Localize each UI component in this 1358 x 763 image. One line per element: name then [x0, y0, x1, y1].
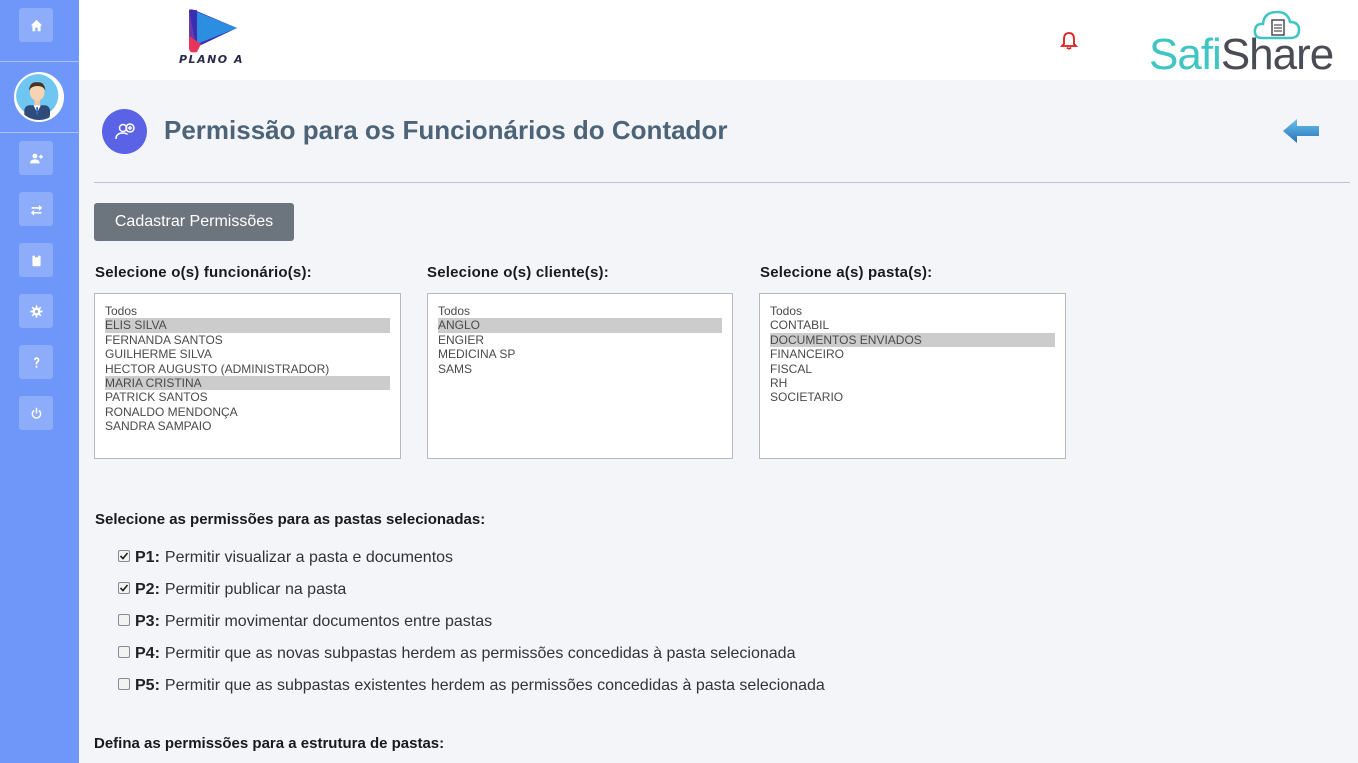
transfer-button[interactable]	[19, 192, 53, 226]
clients-label: Selecione o(s) cliente(s):	[427, 264, 609, 281]
safishare-logo[interactable]: SafiShare	[1149, 30, 1334, 80]
employees-option[interactable]: SANDRA SAMPAIO	[105, 419, 390, 433]
permission-code: P2:	[135, 581, 160, 598]
clients-option[interactable]: ANGLO	[438, 318, 722, 333]
folders-option[interactable]: FISCAL	[770, 362, 1055, 376]
user-avatar-icon	[16, 74, 59, 120]
employees-select[interactable]: Todos ELIS SILVA FERNANDA SANTOS GUILHERME …	[94, 293, 401, 459]
home-button[interactable]	[19, 8, 53, 42]
safishare-logo-share: Share	[1220, 30, 1334, 79]
clients-option[interactable]: ENGIER	[438, 333, 722, 347]
folders-option[interactable]: DOCUMENTOS ENVIADOS	[770, 332, 1055, 348]
sidebar-divider	[0, 132, 79, 133]
folders-select[interactable]: Todos CONTABIL DOCUMENTOS ENVIADOS FINANCEI…	[759, 293, 1066, 459]
employees-option[interactable]: GUILHERME SILVA	[105, 347, 390, 361]
clients-option[interactable]: SAMS	[438, 362, 722, 376]
folders-option[interactable]: CONTABIL	[770, 318, 1055, 332]
clipboard-button[interactable]	[19, 243, 53, 277]
power-icon	[31, 407, 41, 419]
register-permissions-button[interactable]: Cadastrar Permissões	[94, 203, 294, 241]
back-arrow-icon[interactable]	[1282, 117, 1320, 145]
permission-row: P1: Permitir visualizar a pasta e documen…	[118, 548, 453, 568]
folders-option[interactable]: Todos	[770, 304, 1055, 318]
gear-icon	[29, 304, 43, 318]
checkmark-icon	[119, 552, 129, 560]
permission-code: P4:	[135, 645, 160, 662]
permission-row: P2: Permitir publicar na pasta	[118, 580, 346, 600]
permission-row: P4: Permitir que as novas subpastas herde…	[118, 644, 795, 664]
question-icon	[33, 356, 39, 368]
add-user-icon	[29, 153, 43, 163]
permission-checkbox[interactable]	[118, 582, 130, 594]
permission-code: P5:	[135, 677, 160, 694]
permissions-label: Selecione as permissões para as pastas s…	[95, 511, 486, 528]
permission-checkbox[interactable]	[118, 614, 130, 626]
employees-option[interactable]: MARIA CRISTINA	[105, 375, 390, 391]
permission-checkbox[interactable]	[118, 646, 130, 658]
title-divider	[94, 182, 1350, 183]
permission-row: P5: Permitir que as subpastas existentes …	[118, 676, 825, 696]
permission-row: P3: Permitir movimentar documentos entre …	[118, 612, 492, 632]
page-title: Permissão para os Funcionários do Contad…	[164, 115, 728, 145]
permission-checkbox[interactable]	[118, 550, 130, 562]
help-button[interactable]	[19, 345, 53, 379]
permission-code: P1:	[135, 549, 160, 566]
clients-option[interactable]: Todos	[438, 304, 722, 318]
employees-option[interactable]: PATRICK SANTOS	[105, 390, 390, 404]
sidebar-divider	[0, 61, 79, 62]
permission-text: Permitir que as novas subpastas herdem a…	[164, 645, 796, 662]
permission-text: Permitir publicar na pasta	[164, 581, 347, 598]
avatar[interactable]	[14, 72, 64, 122]
employees-label: Selecione o(s) funcionário(s):	[95, 264, 312, 281]
logout-button[interactable]	[19, 396, 53, 430]
employees-option[interactable]: Todos	[105, 304, 390, 318]
clients-option[interactable]: MEDICINA SP	[438, 347, 722, 361]
employees-option[interactable]: RONALDO MENDONÇA	[105, 405, 390, 419]
employees-option[interactable]: HECTOR AUGUSTO (ADMINISTRADOR)	[105, 362, 390, 376]
permission-code: P3:	[135, 613, 160, 630]
folders-option[interactable]: FINANCEIRO	[770, 347, 1055, 361]
structure-label: Defina as permissões para a estrutura de…	[94, 735, 445, 752]
sidebar	[0, 0, 79, 763]
transfer-icon	[30, 204, 42, 216]
permission-text: Permitir que as subpastas existentes her…	[164, 677, 825, 694]
checkmark-icon	[119, 584, 129, 592]
settings-button[interactable]	[19, 294, 53, 328]
folders-option[interactable]: SOCIETARIO	[770, 390, 1055, 404]
clients-select[interactable]: Todos ANGLO ENGIER MEDICINA SP SAMS	[427, 293, 733, 459]
home-icon	[30, 19, 42, 31]
folders-option[interactable]: RH	[770, 376, 1055, 390]
bell-icon[interactable]	[1059, 31, 1079, 51]
permission-text: Permitir movimentar documentos entre pas…	[164, 613, 493, 630]
clipboard-icon	[31, 254, 41, 266]
plano-a-logo-text: PLANO A	[179, 53, 244, 66]
employees-option[interactable]: FERNANDA SANTOS	[105, 333, 390, 347]
safishare-logo-safi: Safi	[1149, 30, 1222, 79]
folders-label: Selecione a(s) pasta(s):	[760, 264, 933, 281]
top-header: PLANO A SafiShare	[79, 0, 1358, 80]
permission-text: Permitir visualizar a pasta e documentos	[164, 549, 454, 566]
add-permission-icon	[102, 109, 147, 154]
add-user-button[interactable]	[19, 141, 53, 175]
employees-option[interactable]: ELIS SILVA	[105, 318, 390, 333]
permission-checkbox[interactable]	[118, 678, 130, 690]
